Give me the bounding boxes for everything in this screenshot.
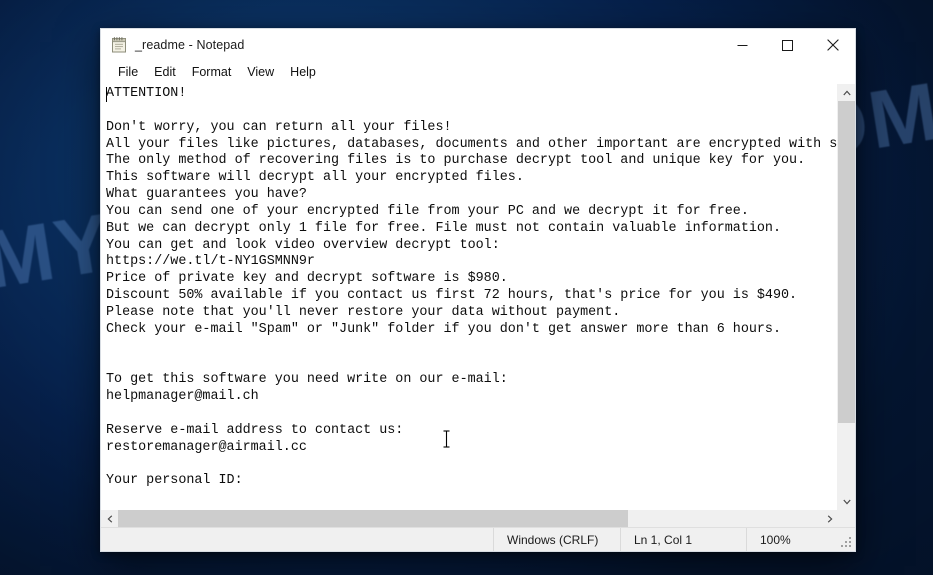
scrollbar-corner bbox=[838, 510, 855, 527]
horizontal-scrollbar-track[interactable] bbox=[118, 510, 821, 527]
menu-item-format[interactable]: Format bbox=[184, 63, 240, 82]
status-bar: Windows (CRLF) Ln 1, Col 1 100% bbox=[101, 527, 855, 551]
horizontal-scrollbar-thumb[interactable] bbox=[118, 510, 628, 527]
horizontal-scrollbar[interactable] bbox=[101, 510, 855, 527]
maximize-button[interactable] bbox=[765, 29, 810, 61]
window-title: _readme - Notepad bbox=[135, 38, 245, 52]
status-zoom-level: 100% bbox=[746, 528, 855, 551]
menu-bar: File Edit Format View Help bbox=[101, 61, 855, 83]
close-button[interactable] bbox=[810, 29, 855, 61]
editor-area: ATTENTION! Don't worry, you can return a… bbox=[101, 83, 855, 510]
resize-grip[interactable] bbox=[841, 537, 852, 548]
minimize-icon bbox=[737, 44, 748, 46]
status-encoding: Windows (CRLF) bbox=[493, 528, 620, 551]
scroll-down-button[interactable] bbox=[838, 493, 855, 510]
title-bar[interactable]: _readme - Notepad bbox=[101, 29, 855, 61]
menu-item-view[interactable]: View bbox=[239, 63, 282, 82]
minimize-button[interactable] bbox=[720, 29, 765, 61]
notepad-window: _readme - Notepad File Edit Format View … bbox=[100, 28, 856, 552]
notepad-icon bbox=[110, 36, 128, 54]
chevron-right-icon bbox=[827, 514, 832, 523]
close-icon bbox=[826, 39, 839, 51]
chevron-down-icon bbox=[842, 499, 851, 505]
maximize-icon bbox=[782, 39, 793, 51]
status-cursor-position: Ln 1, Col 1 bbox=[620, 528, 746, 551]
scroll-right-button[interactable] bbox=[821, 510, 838, 527]
vertical-scrollbar-thumb[interactable] bbox=[838, 101, 855, 423]
chevron-up-icon bbox=[842, 89, 851, 95]
text-editor[interactable]: ATTENTION! Don't worry, you can return a… bbox=[101, 84, 837, 510]
menu-item-edit[interactable]: Edit bbox=[146, 63, 184, 82]
scroll-up-button[interactable] bbox=[838, 84, 855, 101]
menu-item-help[interactable]: Help bbox=[282, 63, 324, 82]
window-controls bbox=[720, 29, 855, 61]
menu-item-file[interactable]: File bbox=[110, 63, 146, 82]
vertical-scrollbar[interactable] bbox=[837, 84, 855, 510]
ransom-note-text: ATTENTION! Don't worry, you can return a… bbox=[106, 86, 837, 489]
chevron-left-icon bbox=[107, 514, 112, 523]
scroll-left-button[interactable] bbox=[101, 510, 118, 527]
